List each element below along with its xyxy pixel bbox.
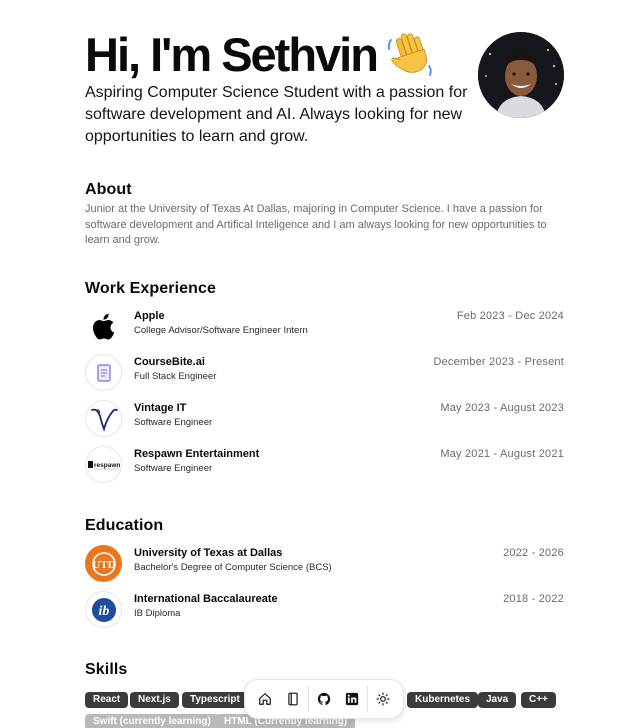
hero-subtitle: Aspiring Computer Science Student with a… <box>85 84 468 145</box>
hero-section: Hi, I'm Sethvin Aspiring Computer Scienc… <box>85 28 565 158</box>
theme-toggle-button[interactable] <box>369 684 397 715</box>
job-dates: May 2021 - August 2021 <box>440 448 564 460</box>
job-role: College Advisor/Software Engineer Intern <box>134 325 308 336</box>
school-name: International Baccalaureate <box>134 593 278 605</box>
svg-text:respawn: respawn <box>94 462 120 469</box>
apple-logo-icon <box>85 308 122 345</box>
dock-divider <box>308 686 309 712</box>
sun-icon <box>376 692 390 706</box>
skill-chip: Swift (currently learning) <box>85 714 219 728</box>
education-heading: Education <box>85 517 164 534</box>
dock-divider <box>367 686 368 712</box>
job-role: Software Engineer <box>134 463 213 474</box>
notebook-button[interactable] <box>279 684 307 715</box>
portfolio-page: Hi, I'm Sethvin Aspiring Computer Scienc… <box>85 0 565 728</box>
hero-title: Hi, I'm Sethvin <box>85 28 379 81</box>
respawn-logo-icon: respawn <box>85 446 122 483</box>
skill-chip: Kubernetes <box>407 692 479 708</box>
school-name: University of Texas at Dallas <box>134 547 283 559</box>
floating-dock <box>244 679 404 719</box>
skill-chip: C++ <box>521 692 556 708</box>
waving-hand-icon <box>387 33 432 76</box>
notebook-icon <box>288 692 298 706</box>
job-dates: December 2023 - Present <box>433 356 564 368</box>
skills-heading: Skills <box>85 661 128 678</box>
company-name: Apple <box>134 310 165 322</box>
skill-chip: Java <box>478 692 517 708</box>
home-button[interactable] <box>251 684 279 715</box>
profile-photo <box>478 32 564 118</box>
work-item-coursebite[interactable]: CourseBite.ai Full Stack Engineer Decemb… <box>85 354 565 394</box>
job-role: Full Stack Engineer <box>134 371 217 382</box>
svg-text:UTD: UTD <box>92 559 115 571</box>
coursebite-logo-icon <box>85 354 122 391</box>
skill-chip: React <box>85 692 129 708</box>
svg-text:ib: ib <box>98 604 109 619</box>
avatar <box>478 32 564 118</box>
utd-logo-icon: UTD <box>85 545 122 582</box>
ib-logo-icon: ib <box>85 591 122 628</box>
job-role: Software Engineer <box>134 417 213 428</box>
education-item-ib[interactable]: ib International Baccalaureate IB Diplom… <box>85 591 565 631</box>
about-heading: About <box>85 181 132 198</box>
skill-chip: Next.js <box>130 692 179 708</box>
job-dates: May 2023 - August 2023 <box>440 402 564 414</box>
work-item-vintage-it[interactable]: Vintage IT Software Engineer May 2023 - … <box>85 400 565 440</box>
vintage-it-logo-icon <box>85 400 122 437</box>
about-text: Junior at the University of Texas At Dal… <box>85 203 547 246</box>
skill-chip: Typescript <box>182 692 248 708</box>
degree: IB Diploma <box>134 608 181 619</box>
degree: Bachelor's Degree of Computer Science (B… <box>134 562 332 573</box>
linkedin-button[interactable] <box>338 684 366 715</box>
linkedin-icon <box>345 692 359 706</box>
github-button[interactable] <box>310 684 338 715</box>
company-name: CourseBite.ai <box>134 356 205 368</box>
github-icon <box>317 692 331 705</box>
education-item-utd[interactable]: UTD University of Texas at Dallas Bachel… <box>85 545 565 585</box>
company-name: Respawn Entertainment <box>134 448 260 460</box>
company-name: Vintage IT <box>134 402 187 414</box>
work-item-apple[interactable]: Apple College Advisor/Software Engineer … <box>85 308 565 348</box>
home-icon <box>259 693 271 705</box>
job-dates: Feb 2023 - Dec 2024 <box>456 310 564 322</box>
work-experience-heading: Work Experience <box>85 280 217 297</box>
education-dates: 2022 - 2026 <box>503 547 564 559</box>
education-dates: 2018 - 2022 <box>503 593 564 605</box>
work-item-respawn[interactable]: respawn Respawn Entertainment Software E… <box>85 446 565 486</box>
